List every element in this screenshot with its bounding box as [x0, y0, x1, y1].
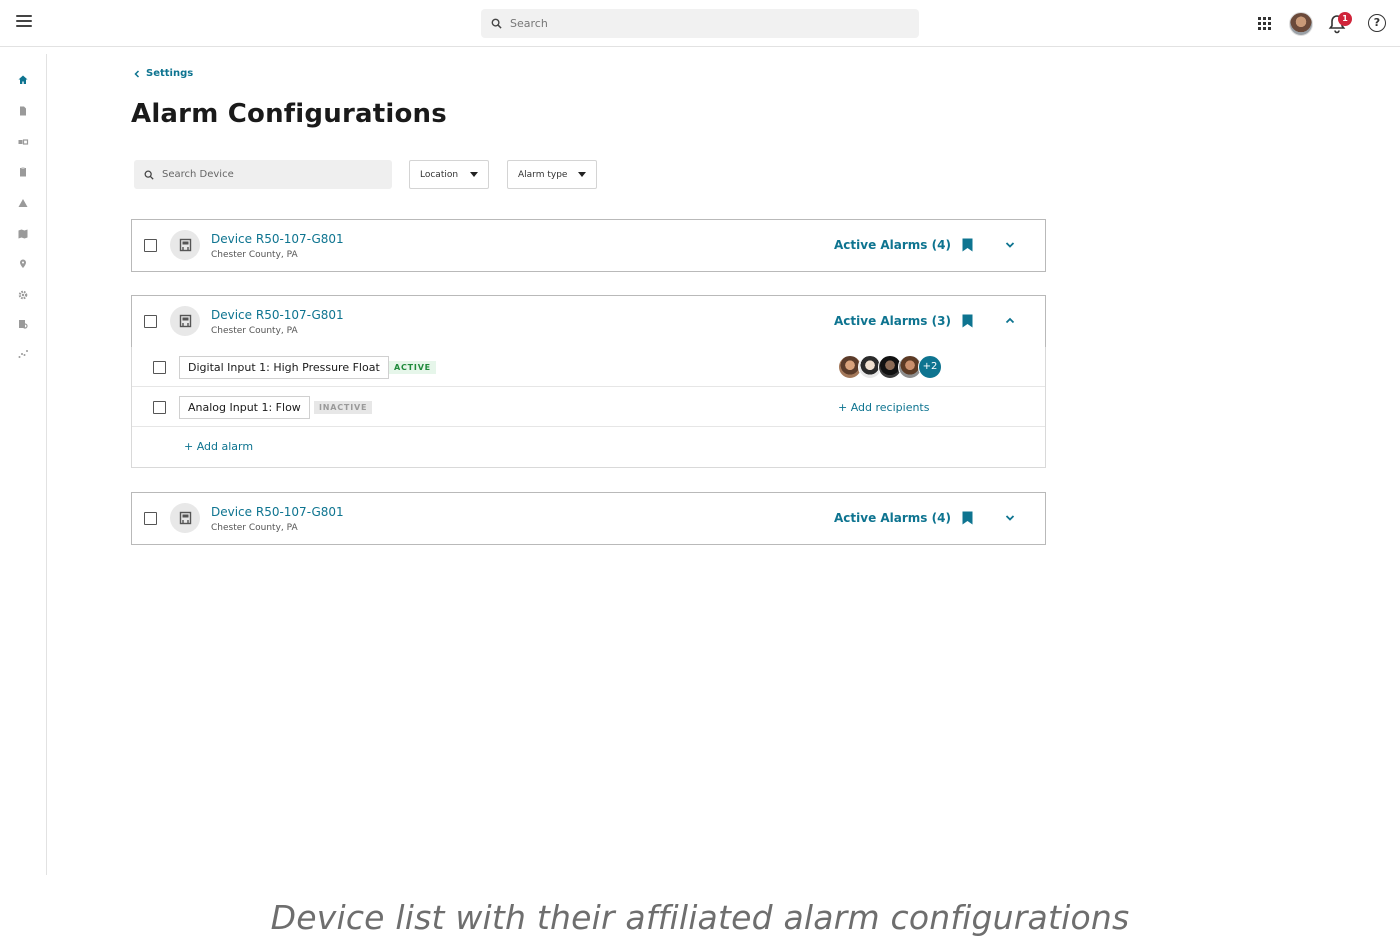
caption: Device list with their affiliated alarm …: [270, 898, 1130, 937]
global-search-input[interactable]: [510, 17, 890, 30]
device-checkbox[interactable]: [144, 315, 157, 328]
menu-icon[interactable]: [16, 15, 32, 29]
page-title: Alarm Configurations: [131, 99, 447, 129]
device-location: Chester County, PA: [211, 250, 298, 260]
active-alarms-link[interactable]: Active Alarms (4): [834, 511, 951, 525]
device-name-link[interactable]: Device R50-107-G801: [211, 308, 344, 322]
bookmark-icon[interactable]: [962, 511, 973, 525]
alarm-checkbox[interactable]: [153, 361, 166, 374]
warning-icon[interactable]: [17, 197, 29, 209]
chevron-down-icon[interactable]: [1004, 513, 1016, 523]
device-icon: [179, 238, 191, 252]
alarm-row: Analog Input 1: Flow INACTIVE + Add reci…: [132, 387, 1045, 427]
device-name-link[interactable]: Device R50-107-G801: [211, 232, 344, 246]
chevron-left-icon: [134, 69, 140, 78]
device-location: Chester County, PA: [211, 326, 298, 336]
document-icon[interactable]: [17, 105, 29, 117]
breadcrumb-settings-link[interactable]: Settings: [146, 68, 193, 79]
global-search[interactable]: [481, 9, 919, 38]
side-navigation: [0, 54, 47, 875]
breadcrumb[interactable]: Settings: [134, 68, 193, 79]
help-icon[interactable]: ?: [1368, 14, 1386, 32]
status-badge: INACTIVE: [314, 401, 373, 414]
active-alarms-link[interactable]: Active Alarms (4): [834, 238, 951, 252]
add-alarm-link[interactable]: + Add alarm: [184, 440, 253, 453]
device-avatar: [170, 503, 200, 533]
recipient-avatars[interactable]: +2: [838, 355, 942, 379]
devices-icon[interactable]: [17, 136, 29, 148]
search-icon: [491, 18, 502, 29]
chevron-up-icon[interactable]: [1004, 316, 1016, 326]
user-avatar[interactable]: [1289, 12, 1313, 36]
device-avatar: [170, 306, 200, 336]
device-icon: [179, 314, 191, 328]
gear-icon[interactable]: [17, 289, 29, 301]
bookmark-icon[interactable]: [962, 314, 973, 328]
device-card[interactable]: Device R50-107-G801 Chester County, PA A…: [131, 492, 1046, 545]
alarm-checkbox[interactable]: [153, 401, 166, 414]
home-icon[interactable]: [17, 74, 29, 86]
chevron-down-icon[interactable]: [1004, 240, 1016, 250]
search-icon: [144, 170, 154, 180]
device-avatar: [170, 230, 200, 260]
device-name-link[interactable]: Device R50-107-G801: [211, 505, 344, 519]
location-filter-dropdown[interactable]: Location: [409, 160, 489, 189]
location-pin-icon[interactable]: [17, 258, 29, 270]
status-badge: ACTIVE: [389, 361, 436, 374]
bookmark-icon[interactable]: [962, 238, 973, 252]
apps-grid-icon[interactable]: [1258, 17, 1271, 30]
alarm-type-filter-dropdown[interactable]: Alarm type: [507, 160, 597, 189]
alarm-label-button[interactable]: Analog Input 1: Flow: [179, 396, 310, 419]
device-checkbox[interactable]: [144, 239, 157, 252]
device-search[interactable]: [134, 160, 392, 189]
top-bar: 1 ?: [0, 0, 1400, 47]
device-search-input[interactable]: [162, 169, 382, 180]
analytics-icon[interactable]: [17, 348, 29, 360]
device-card[interactable]: Device R50-107-G801 Chester County, PA A…: [131, 219, 1046, 272]
report-icon[interactable]: [17, 318, 29, 330]
alarm-list: Digital Input 1: High Pressure Float ACT…: [131, 347, 1046, 468]
add-recipients-link[interactable]: + Add recipients: [838, 401, 929, 414]
more-recipients-badge[interactable]: +2: [918, 355, 942, 379]
alarm-label-button[interactable]: Digital Input 1: High Pressure Float: [179, 356, 389, 379]
map-icon[interactable]: [17, 228, 29, 240]
clipboard-icon[interactable]: [17, 166, 29, 178]
notification-badge: 1: [1338, 12, 1352, 26]
device-card[interactable]: Device R50-107-G801 Chester County, PA A…: [131, 295, 1046, 348]
caret-down-icon: [470, 172, 478, 177]
active-alarms-link[interactable]: Active Alarms (3): [834, 314, 951, 328]
device-icon: [179, 511, 191, 525]
device-location: Chester County, PA: [211, 523, 298, 533]
caret-down-icon: [578, 172, 586, 177]
alarm-type-filter-label: Alarm type: [518, 169, 568, 180]
alarm-row: Digital Input 1: High Pressure Float ACT…: [132, 347, 1045, 387]
device-checkbox[interactable]: [144, 512, 157, 525]
location-filter-label: Location: [420, 169, 459, 180]
